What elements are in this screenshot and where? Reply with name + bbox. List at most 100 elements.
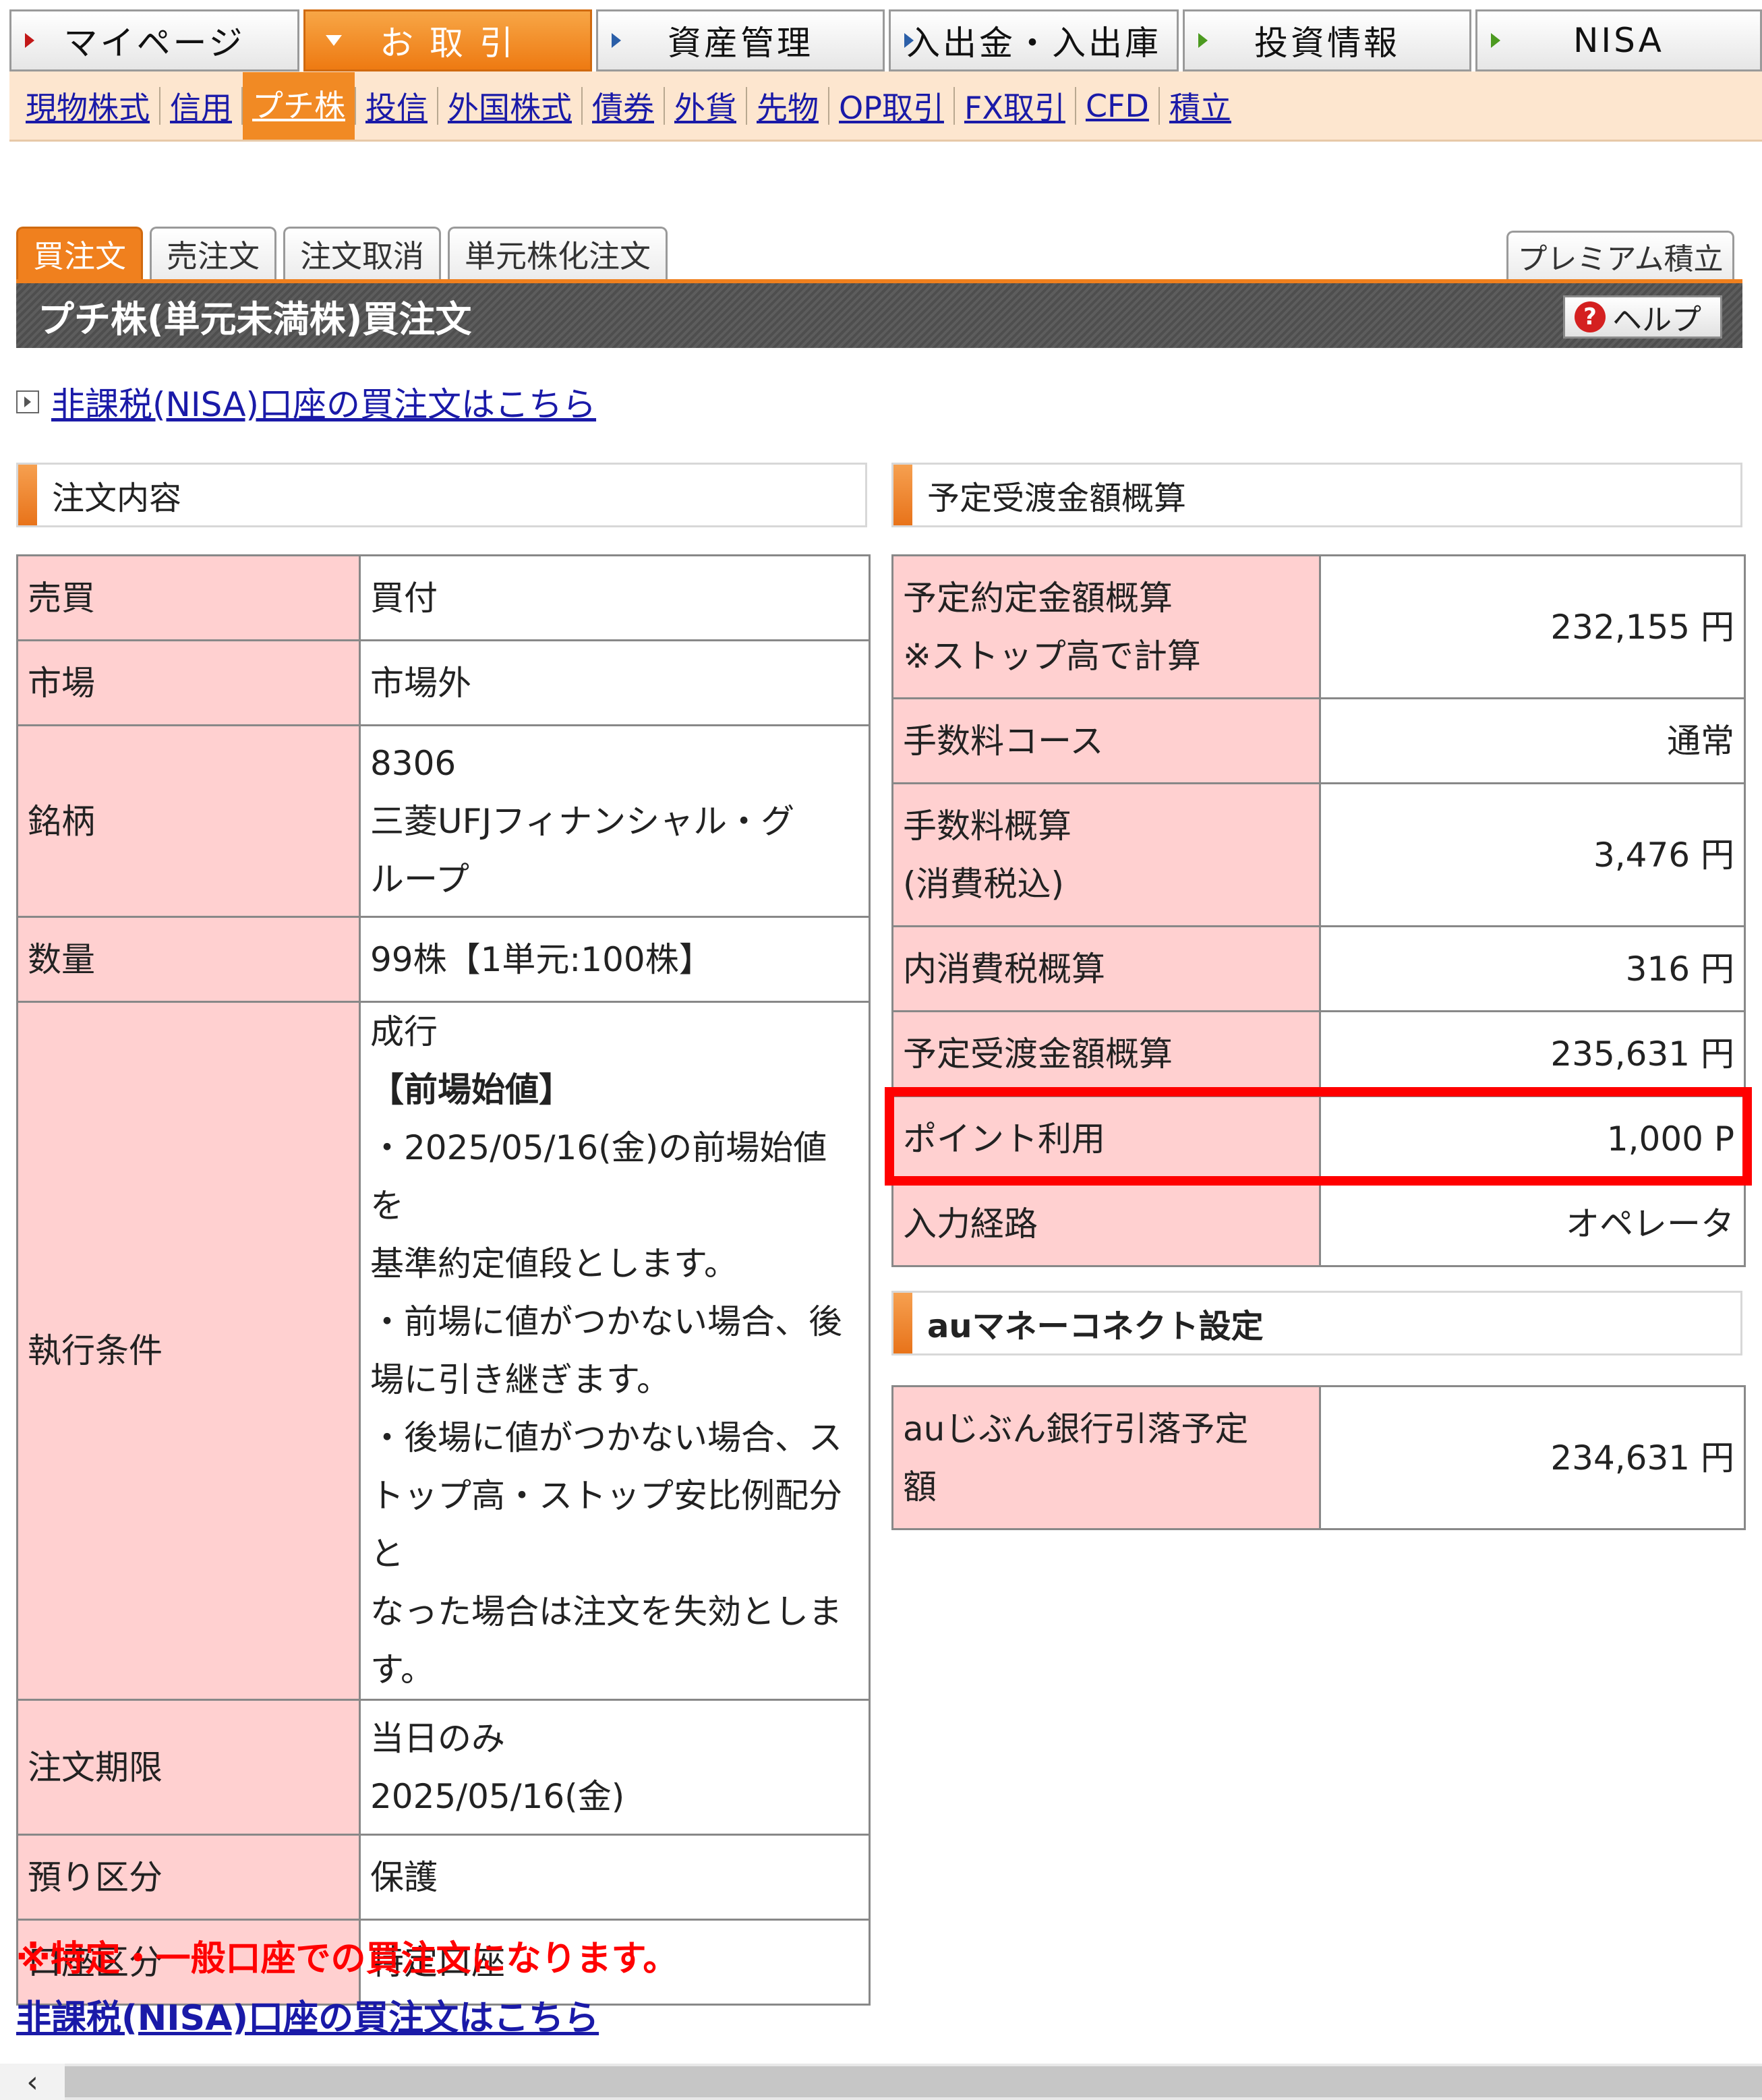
table-row: 手数料概算 (消費税込) 3,476 円	[891, 782, 1746, 927]
au-bank-value: 234,631 円	[1319, 1385, 1746, 1530]
execution-line: す。	[370, 1650, 434, 1689]
execution-line: ・後場に値がつかない場合、ス	[370, 1418, 842, 1457]
period-line: 2025/05/16(金)	[370, 1776, 625, 1816]
fee-label-line1: 手数料概算	[903, 806, 1071, 846]
tax-account-note: ※特定・一般口座での買注文になります。	[16, 1939, 678, 1979]
table-row: 注文期限 当日のみ 2025/05/16(金)	[16, 1699, 871, 1836]
triangle-right-icon	[1491, 33, 1500, 48]
subnav-cfd[interactable]: CFD	[1076, 88, 1158, 124]
execution-line: トップ高・ストップ安比例配分と	[370, 1476, 842, 1573]
subnav-fx-currency[interactable]: 外貨	[665, 84, 746, 128]
section-bar	[893, 465, 912, 525]
execution-label: 執行条件	[16, 1001, 361, 1701]
fee-value: 3,476 円	[1319, 782, 1746, 927]
help-button[interactable]: ? ヘルプ	[1563, 295, 1722, 339]
order-tabs: 買注文 売注文 注文取消 単元株化注文	[16, 227, 668, 279]
fee-label-line2: (消費税込)	[903, 864, 1065, 904]
execution-line: 場に引き継ぎます。	[370, 1360, 670, 1399]
nav-mypage-label: マイページ	[63, 24, 245, 63]
table-row: 市場 市場外	[16, 639, 871, 726]
order-section-header: 注文内容	[16, 463, 867, 527]
execution-line: 成行	[370, 1012, 438, 1051]
nisa-order-link-bottom[interactable]: 非課税(NISA)口座の買注文はこちら	[16, 1998, 599, 2039]
custody-label: 預り区分	[16, 1834, 361, 1921]
triangle-right-icon	[1198, 33, 1208, 48]
tab-unit-order[interactable]: 単元株化注文	[448, 227, 668, 279]
fee-label: 手数料概算 (消費税込)	[891, 782, 1321, 927]
scrollbar-thumb[interactable]	[65, 2066, 1762, 2097]
custody-value: 保護	[359, 1834, 871, 1921]
table-row: 予定受渡金額概算 235,631 円	[891, 1010, 1746, 1097]
subnav-genbutsu[interactable]: 現物株式	[16, 84, 159, 128]
execution-line: ・2025/05/16(金)の前場始値を	[370, 1128, 827, 1225]
nisa-order-link[interactable]: 非課税(NISA)口座の買注文はこちら	[51, 378, 596, 426]
subnav-shinyou[interactable]: 信用	[160, 84, 241, 128]
order-section-title: 注文内容	[52, 479, 182, 517]
stock-code: 8306	[370, 743, 457, 783]
triangle-down-icon	[326, 35, 342, 46]
tab-sell-order[interactable]: 売注文	[150, 227, 276, 279]
table-row: 数量 99株【1単元:100株】	[16, 916, 871, 1003]
nav-assets-label: 資産管理	[668, 24, 813, 63]
help-icon: ?	[1575, 301, 1606, 332]
subnav-tsumitate[interactable]: 積立	[1160, 84, 1241, 128]
table-row: ポイント利用 1,000 P	[891, 1095, 1746, 1182]
stock-value: 8306 三菱UFJフィナンシャル・グ ループ	[359, 724, 871, 918]
nav-deposit-label: 入出金・入出庫	[906, 24, 1161, 63]
section-bar	[893, 1293, 912, 1353]
nav-mypage[interactable]: マイページ	[9, 9, 299, 71]
au-section-header: auマネーコネクト設定	[891, 1291, 1742, 1355]
fee-course-label: 手数料コース	[891, 697, 1321, 784]
subnav-futures[interactable]: 先物	[747, 84, 828, 128]
subnav-bonds[interactable]: 債券	[583, 84, 664, 128]
subnav-foreign-stock[interactable]: 外国株式	[438, 84, 581, 128]
table-row: 入力経路 オペレータ	[891, 1180, 1746, 1267]
table-row: 売買 買付	[16, 554, 871, 641]
points-label: ポイント利用	[891, 1095, 1321, 1182]
table-row: 手数料コース 通常	[891, 697, 1746, 784]
au-section-title: auマネーコネクト設定	[927, 1308, 1264, 1345]
au-bank-label: auじぶん銀行引落予定 額	[891, 1385, 1321, 1530]
tax-value: 316 円	[1319, 925, 1746, 1012]
execution-line: ・前場に値がつかない場合、後	[370, 1302, 842, 1341]
table-row: 執行条件 成行 【前場始値】 ・2025/05/16(金)の前場始値を 基準約定…	[16, 1001, 871, 1701]
contract-label-line2: ※ストップ高で計算	[903, 636, 1201, 676]
subnav-options[interactable]: OP取引	[829, 84, 953, 128]
nav-assets[interactable]: 資産管理	[596, 9, 885, 71]
contract-amount-label: 予定約定金額概算 ※ストップ高で計算	[891, 554, 1321, 699]
tab-premium-tsumitate[interactable]: プレミアム積立	[1506, 231, 1734, 279]
page-header: プチ株(単元未満株)買注文 ? ヘルプ	[16, 283, 1742, 348]
nav-nisa[interactable]: NISA	[1475, 9, 1762, 71]
page-title: プチ株(単元未満株)買注文	[38, 297, 472, 341]
nav-info[interactable]: 投資情報	[1183, 9, 1471, 71]
nisa-link-row: 非課税(NISA)口座の買注文はこちら	[16, 378, 596, 426]
stock-name-line2: ループ	[370, 859, 469, 899]
quantity-value: 99株【1単元:100株】	[359, 916, 871, 1003]
subnav-toshin[interactable]: 投信	[356, 84, 437, 128]
side-value: 買付	[359, 554, 871, 641]
triangle-right-icon	[612, 33, 621, 48]
subnav-fx[interactable]: FX取引	[955, 84, 1075, 128]
table-row: auじぶん銀行引落予定 額 234,631 円	[891, 1385, 1746, 1530]
au-bank-label-line2: 額	[903, 1467, 937, 1507]
tab-cancel-order[interactable]: 注文取消	[283, 227, 441, 279]
horizontal-scrollbar[interactable]: ‹	[0, 2064, 1762, 2100]
quantity-label: 数量	[16, 916, 361, 1003]
triangle-right-icon	[25, 33, 34, 48]
stock-name-line1: 三菱UFJフィナンシャル・グ	[370, 801, 795, 841]
period-value: 当日のみ 2025/05/16(金)	[359, 1699, 871, 1836]
settlement-table: 予定約定金額概算 ※ストップ高で計算 232,155 円 手数料コース 通常 手…	[891, 554, 1746, 1267]
scroll-left-arrow-icon[interactable]: ‹	[0, 2064, 65, 2100]
subnav-puchikabu[interactable]: プチ株	[243, 71, 355, 140]
nav-deposit[interactable]: 入出金・入出庫	[889, 9, 1179, 71]
nav-trade[interactable]: お 取 引	[303, 9, 592, 71]
settlement-section-title: 予定受渡金額概算	[927, 479, 1187, 517]
settlement-label: 予定受渡金額概算	[891, 1010, 1321, 1097]
order-detail-table: 売買 買付 市場 市場外 銘柄 8306 三菱UFJフィナンシャル・グ ループ …	[16, 554, 871, 2006]
help-label: ヘルプ	[1612, 303, 1701, 337]
fee-course-value: 通常	[1319, 697, 1746, 784]
side-label: 売買	[16, 554, 361, 641]
au-table: auじぶん銀行引落予定 額 234,631 円	[891, 1385, 1746, 1530]
period-label: 注文期限	[16, 1699, 361, 1836]
tab-buy-order[interactable]: 買注文	[16, 227, 143, 279]
